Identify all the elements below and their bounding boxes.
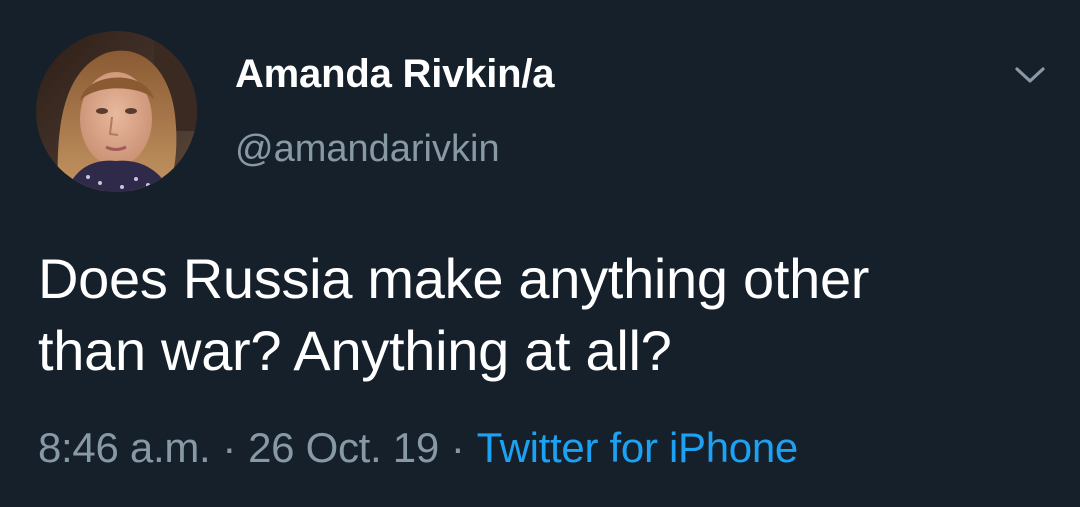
- tweet-text-line: than war? Anything at all?: [38, 319, 672, 382]
- tweet-time[interactable]: 8:46 a.m.: [38, 424, 211, 471]
- avatar-image: [36, 31, 197, 192]
- avatar[interactable]: [36, 31, 197, 192]
- tweet-text: Does Russia make anything other than war…: [38, 243, 1048, 387]
- tweet-menu-button[interactable]: [1008, 58, 1052, 92]
- meta-separator: ·: [450, 424, 465, 471]
- tweet-metadata: 8:46 a.m. · 26 Oct. 19 · Twitter for iPhone: [38, 424, 798, 472]
- tweet-card: Amanda Rivkin/a @amandarivkin Does Russi…: [0, 0, 1080, 507]
- chevron-down-icon: [1015, 67, 1045, 83]
- author-display-name[interactable]: Amanda Rivkin/a: [235, 52, 555, 97]
- author-handle[interactable]: @amandarivkin: [235, 128, 500, 171]
- tweet-text-line: Does Russia make anything other: [38, 247, 870, 310]
- tweet-date[interactable]: 26 Oct. 19: [248, 424, 439, 471]
- tweet-source-link[interactable]: Twitter for iPhone: [477, 424, 799, 471]
- meta-separator: ·: [222, 424, 237, 471]
